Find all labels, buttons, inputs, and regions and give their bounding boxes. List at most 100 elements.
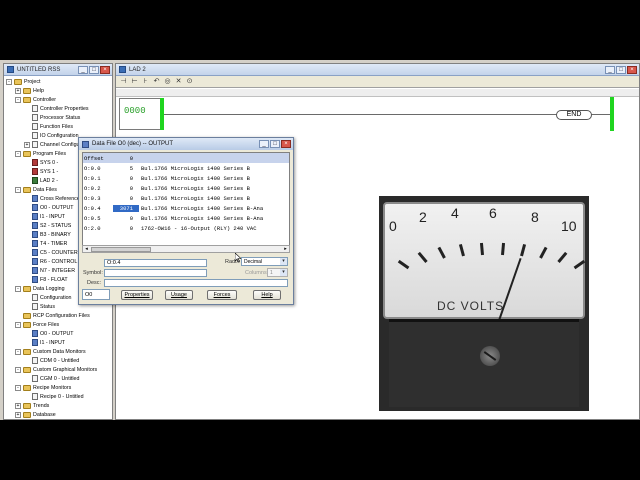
value-cell[interactable]: 0: [113, 175, 139, 182]
expand-icon[interactable]: +: [15, 87, 21, 94]
table-row[interactable]: O:0.0 5 Bul.1766 MicroLogix 1400 Series B: [83, 163, 289, 173]
tree-item[interactable]: - Custom Graphical Monitors: [6, 365, 112, 374]
tree-item[interactable]: + Database: [6, 410, 112, 419]
tree-item[interactable]: - Controller: [6, 95, 112, 104]
tree-item[interactable]: + Trends: [6, 401, 112, 410]
collapse-icon[interactable]: -: [15, 96, 21, 103]
table-row[interactable]: O:2.0 0 1762-OW16 - 16-Output (RLY) 240 VA…: [83, 223, 289, 233]
help-button[interactable]: Help: [253, 290, 281, 300]
usage-button[interactable]: Usage: [165, 290, 193, 300]
data-icon: [32, 276, 38, 283]
maximize-button[interactable]: □: [89, 65, 99, 74]
collapse-icon[interactable]: -: [15, 366, 21, 373]
description-field[interactable]: [104, 279, 288, 287]
tree-item[interactable]: - Project: [6, 77, 112, 86]
tree-item[interactable]: - Custom Data Monitors: [6, 347, 112, 356]
minimize-button[interactable]: _: [78, 65, 88, 74]
maximize-button[interactable]: □: [616, 65, 626, 74]
undo-icon[interactable]: ↶: [153, 78, 160, 85]
chevron-down-icon[interactable]: ▾: [280, 269, 287, 276]
expand-icon[interactable]: +: [15, 402, 21, 409]
scrollbar-thumb[interactable]: [91, 247, 151, 252]
file-number-stepper[interactable]: O0: [82, 289, 110, 300]
contact-tool-icon[interactable]: ⊦: [142, 78, 149, 85]
maximize-button[interactable]: □: [270, 140, 280, 148]
horizontal-scrollbar[interactable]: ◂ ▸: [82, 245, 290, 253]
value-cell[interactable]: 5: [113, 165, 139, 172]
table-row[interactable]: O:0.3 0 Bul.1766 MicroLogix 1400 Series B: [83, 193, 289, 203]
tree-item-label: I1 - INPUT: [40, 213, 66, 220]
table-row[interactable]: O:0.1 0 Bul.1766 MicroLogix 1400 Series B: [83, 173, 289, 183]
tree-item[interactable]: Processor Status: [6, 113, 112, 122]
scale-tick: [479, 242, 484, 256]
address-field[interactable]: O:0.4: [104, 259, 207, 267]
search-icon[interactable]: ◎: [164, 78, 171, 85]
tree-item-label: T4 - TIMER: [40, 240, 68, 247]
value-cell[interactable]: 3071: [113, 204, 139, 212]
close-button[interactable]: ×: [281, 140, 291, 148]
tree-item[interactable]: - Force Files: [6, 320, 112, 329]
zoom-icon[interactable]: ⊙: [186, 78, 193, 85]
symbol-field[interactable]: [104, 269, 207, 277]
tree-item[interactable]: Controller Properties: [6, 104, 112, 113]
tree-item-label: LAD 2 -: [40, 177, 58, 184]
rung-number[interactable]: 0000: [119, 98, 164, 130]
branch-tool-icon[interactable]: ⊢: [131, 78, 138, 85]
project-icon: [7, 66, 14, 73]
value-cell[interactable]: 0: [113, 215, 139, 222]
expand-icon[interactable]: +: [24, 141, 30, 148]
collapse-icon[interactable]: -: [15, 186, 21, 193]
value-cell[interactable]: 0: [113, 195, 139, 202]
minimize-button[interactable]: _: [259, 140, 269, 148]
collapse-icon[interactable]: -: [15, 285, 21, 292]
value-cell[interactable]: 0: [113, 185, 139, 192]
end-instruction[interactable]: END: [556, 110, 592, 120]
data-icon: [32, 231, 38, 238]
collapse-icon[interactable]: -: [15, 150, 21, 157]
close-button[interactable]: ×: [627, 65, 637, 74]
folder-icon: [23, 366, 31, 373]
collapse-icon[interactable]: -: [15, 348, 21, 355]
expand-icon[interactable]: +: [15, 411, 21, 418]
tree-item-label: SYS 1 -: [40, 168, 59, 175]
tree-item[interactable]: I1 - INPUT: [6, 338, 112, 347]
minimize-button[interactable]: _: [605, 65, 615, 74]
forces-button[interactable]: Forces: [207, 290, 237, 300]
chevron-down-icon[interactable]: ▾: [280, 258, 287, 265]
radix-select[interactable]: Decimal ▾: [241, 257, 288, 266]
tree-item[interactable]: - Recipe Monitors: [6, 383, 112, 392]
tree-item[interactable]: Recipe 0 - Untitled: [6, 392, 112, 401]
table-row[interactable]: O:0.5 0 Bul.1766 MicroLogix 1400 Series B-…: [83, 213, 289, 223]
dialog-title: Data File O0 (dec) -- OUTPUT: [92, 141, 174, 147]
tree-item-label: Data Logging: [33, 285, 65, 292]
tree-item[interactable]: CDM 0 - Untitled: [6, 356, 112, 365]
ladder-window-titlebar[interactable]: LAD 2 _ □ ×: [116, 64, 639, 76]
tree-item[interactable]: O0 - OUTPUT: [6, 329, 112, 338]
description-cell: 1762-OW16 - 16-Output (RLY) 240 VAC: [141, 224, 257, 232]
tree-item[interactable]: Function Files: [6, 122, 112, 131]
columns-select[interactable]: 1 ▾: [267, 268, 288, 277]
tree-item-label: S2 - STATUS: [40, 222, 72, 229]
collapse-icon[interactable]: -: [15, 321, 21, 328]
tree-item[interactable]: CGM 0 - Untitled: [6, 374, 112, 383]
scroll-right-icon[interactable]: ▸: [282, 246, 289, 252]
collapse-icon[interactable]: -: [6, 78, 12, 85]
close-button[interactable]: ×: [100, 65, 110, 74]
value-cell[interactable]: 0: [113, 225, 139, 232]
project-window-titlebar[interactable]: UNTITLED RSS _ □ ×: [4, 64, 112, 76]
collapse-icon[interactable]: -: [15, 384, 21, 391]
table-row[interactable]: O:0.2 0 Bul.1766 MicroLogix 1400 Series B: [83, 183, 289, 193]
delete-icon[interactable]: ✕: [175, 78, 182, 85]
dialog-titlebar[interactable]: Data File O0 (dec) -- OUTPUT _ □ ×: [79, 138, 293, 150]
sys-icon: [32, 168, 38, 175]
tree-item[interactable]: + Help: [6, 86, 112, 95]
properties-button[interactable]: Properties: [121, 290, 153, 300]
doc-icon: [32, 375, 38, 382]
table-row[interactable]: O:0.4 3071 Bul.1766 MicroLogix 1400 Series…: [83, 203, 289, 213]
rung-tool-icon[interactable]: ⊣: [120, 78, 127, 85]
tree-item[interactable]: RCP Configuration Files: [6, 311, 112, 320]
scroll-left-icon[interactable]: ◂: [83, 246, 90, 252]
folder-icon: [23, 285, 31, 292]
tree-item-label: Program Files: [33, 150, 66, 157]
